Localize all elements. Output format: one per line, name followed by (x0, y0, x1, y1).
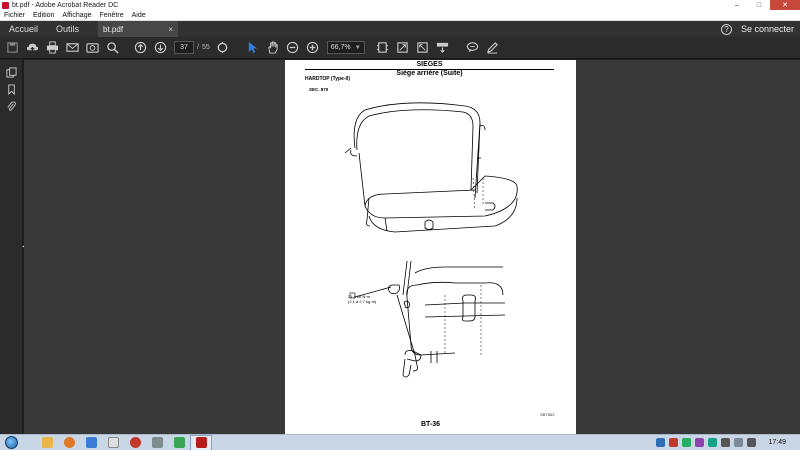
menu-edition[interactable]: Edition (29, 12, 58, 19)
email-icon[interactable] (62, 38, 82, 58)
window-title: bt.pdf - Adobe Acrobat Reader DC (12, 1, 119, 9)
rear-seat-illustration (344, 102, 518, 233)
taskbar-app-green[interactable] (168, 435, 190, 450)
acrobat-app-icon (2, 1, 9, 9)
figure-reference: SBT563 (540, 412, 555, 417)
page-up-icon[interactable] (130, 38, 150, 58)
tray-app-icon-5[interactable] (708, 438, 718, 447)
page-number-input[interactable]: 37 (174, 41, 194, 54)
chevron-down-icon: ▼ (354, 44, 361, 51)
menu-aide[interactable]: Aide (128, 12, 150, 19)
windows-logo-icon (4, 436, 18, 449)
select-cursor-icon[interactable] (243, 38, 263, 58)
taskbar-app-doc[interactable] (102, 435, 124, 450)
torque-spec: 21 à 26 N·m (2,1 à 2,7 kg-m) (348, 294, 376, 304)
upload-icon[interactable] (22, 38, 42, 58)
system-tray: 17:49 (656, 435, 800, 450)
doc-tab-label: bt.pdf (103, 24, 124, 34)
zoom-level-dropdown[interactable]: 66,7% ▼ (326, 41, 365, 54)
window-controls: – □ ✕ (726, 0, 800, 10)
tray-app-icon-6[interactable] (721, 438, 731, 447)
start-button[interactable] (0, 435, 22, 450)
tray-app-icon-3[interactable] (682, 438, 692, 447)
section-code: SEC. 870 (309, 87, 329, 92)
rotate-icon[interactable] (393, 38, 413, 58)
app-gray-icon (151, 437, 163, 448)
menu-fenetre[interactable]: Fenêtre (95, 12, 127, 19)
title-bar: bt.pdf - Adobe Acrobat Reader DC – □ ✕ (0, 0, 800, 10)
app-green-icon (173, 437, 185, 448)
taskbar-app-red[interactable] (124, 435, 146, 450)
total-pages: 55 (201, 44, 210, 51)
app-red-icon (129, 437, 141, 448)
doc-tab-close-icon[interactable]: × (168, 25, 173, 34)
document-viewport[interactable]: SIEGES Siège arrière (Suite) HARDTOP (Ty… (24, 60, 800, 434)
menu-affichage[interactable]: Affichage (58, 12, 95, 19)
print-icon[interactable] (42, 38, 62, 58)
zoom-in-icon[interactable] (303, 38, 323, 58)
tab-tools[interactable]: Outils (47, 21, 88, 37)
folder-icon (41, 437, 53, 448)
tray-app-icon-2[interactable] (669, 438, 679, 447)
comment-icon[interactable] (463, 38, 483, 58)
taskbar-app-blue[interactable] (80, 435, 102, 450)
left-rail (0, 60, 23, 434)
bookmark-icon[interactable] (0, 81, 23, 98)
sign-icon[interactable] (483, 38, 503, 58)
zoom-out-icon[interactable] (283, 38, 303, 58)
page-separator: / (197, 44, 199, 51)
tray-app-icon[interactable] (656, 438, 666, 447)
hand-icon[interactable] (263, 38, 283, 58)
help-icon[interactable]: ? (720, 23, 732, 35)
close-button[interactable]: ✕ (770, 0, 800, 10)
tab-document[interactable]: bt.pdf × (98, 21, 179, 37)
page-header: SIEGES (305, 61, 554, 70)
attachment-icon[interactable] (0, 98, 23, 115)
menu-bar: Fichier Edition Affichage Fenêtre Aide (0, 10, 800, 21)
sign-in-link[interactable]: Se connecter (741, 24, 794, 34)
seat-mounting-detail-illustration (349, 260, 506, 378)
scroll-mode-icon[interactable] (433, 38, 453, 58)
search-icon[interactable] (102, 38, 122, 58)
zoom-level-value: 66,7% (330, 44, 351, 51)
network-icon[interactable] (734, 438, 744, 447)
fit-page-icon[interactable] (373, 38, 393, 58)
tab-home[interactable]: Accueil (0, 21, 47, 37)
media-player-icon (63, 437, 75, 448)
torque-value-kgm: (2,1 à 2,7 kg-m) (348, 299, 377, 304)
maximize-button[interactable]: □ (748, 0, 770, 10)
page-down-icon[interactable] (150, 38, 170, 58)
acrobat-icon (195, 437, 207, 448)
page-number-label: BT-36 (420, 421, 441, 428)
minimize-button[interactable]: – (726, 0, 748, 10)
taskbar-app-gray[interactable] (146, 435, 168, 450)
menu-fichier[interactable]: Fichier (0, 12, 29, 19)
clock[interactable]: 17:49 (768, 439, 786, 446)
copy-pages-icon[interactable] (0, 64, 23, 81)
nav-bar: Accueil Outils bt.pdf × ? Se connecter (0, 21, 800, 37)
taskbar-app-explorer[interactable] (36, 435, 58, 450)
taskbar-app-acrobat[interactable] (190, 434, 212, 450)
toolbar: 37 / 55 66,7% ▼ (0, 37, 800, 59)
app-blue-icon (85, 437, 97, 448)
document-app-icon (107, 437, 119, 448)
pdf-page: SIEGES Siège arrière (Suite) HARDTOP (Ty… (285, 60, 576, 434)
volume-icon[interactable] (747, 438, 757, 447)
camera-icon[interactable] (82, 38, 102, 58)
zoom-search-icon[interactable] (213, 38, 233, 58)
taskbar-app-media-player[interactable] (58, 435, 80, 450)
full-screen-icon[interactable] (413, 38, 433, 58)
tray-app-icon-4[interactable] (695, 438, 705, 447)
windows-taskbar: 17:49 (0, 434, 800, 450)
save-icon[interactable] (2, 38, 22, 58)
section-title: HARDTOP (Type-II) (305, 76, 351, 82)
